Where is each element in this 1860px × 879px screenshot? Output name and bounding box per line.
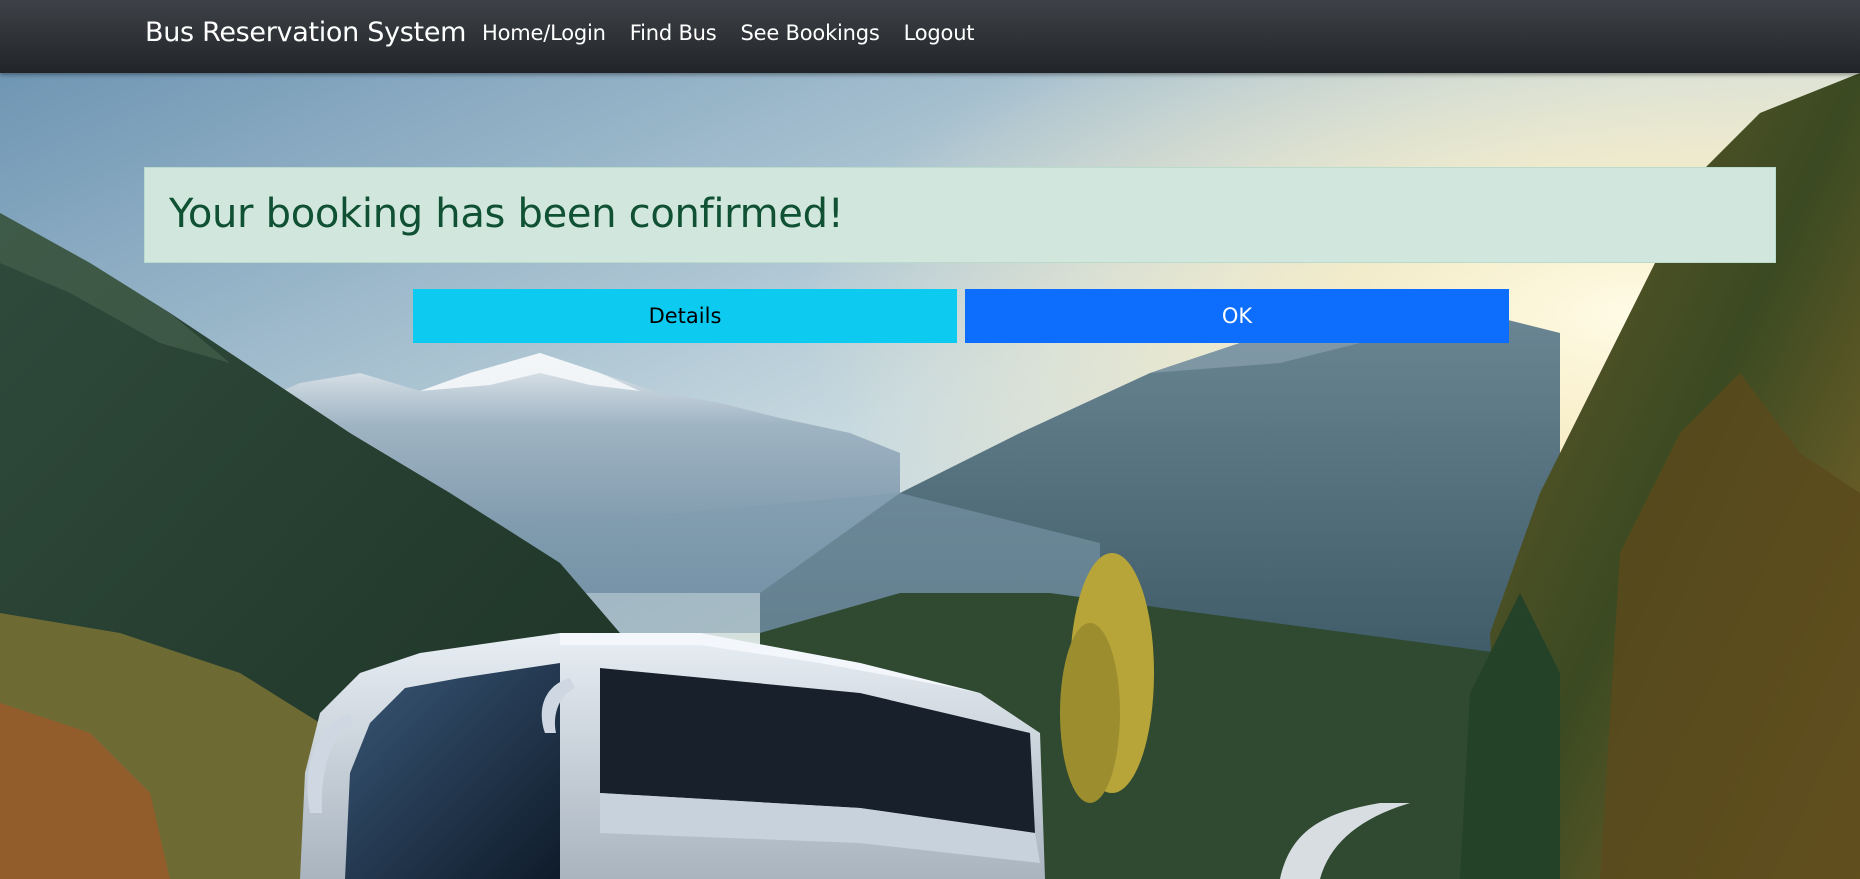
navbar: Bus Reservation System Home/Login Find B… xyxy=(0,0,1860,73)
brand-link[interactable]: Bus Reservation System xyxy=(145,17,466,48)
nav-link-home-login[interactable]: Home/Login xyxy=(482,21,606,45)
nav-links: Home/Login Find Bus See Bookings Logout xyxy=(482,21,975,45)
success-alert: Your booking has been confirmed! xyxy=(144,167,1776,263)
nav-link-logout[interactable]: Logout xyxy=(904,21,975,45)
nav-link-see-bookings[interactable]: See Bookings xyxy=(741,21,880,45)
alert-heading: Your booking has been confirmed! xyxy=(169,191,844,237)
nav-link-find-bus[interactable]: Find Bus xyxy=(630,21,717,45)
ok-button[interactable]: OK xyxy=(965,289,1509,343)
details-button[interactable]: Details xyxy=(413,289,957,343)
